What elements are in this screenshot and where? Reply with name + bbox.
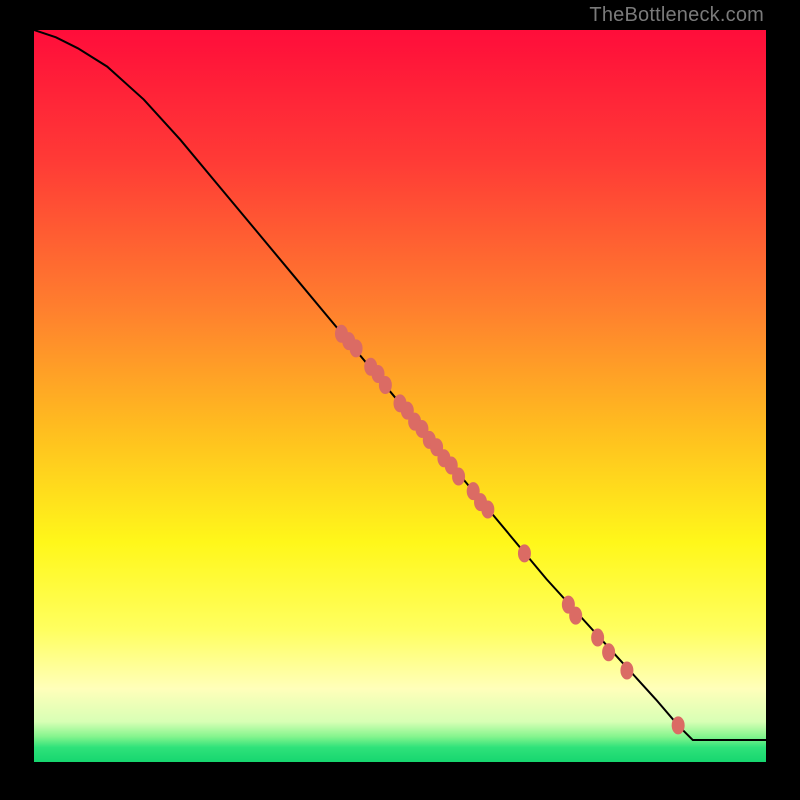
chart-marker [602,643,615,661]
chart-marker [518,544,531,562]
chart-marker [591,629,604,647]
chart-svg [34,30,766,762]
chart-marker [672,716,685,734]
chart-marker [350,339,363,357]
chart-marker [379,376,392,394]
chart-marker [481,500,494,518]
watermark-text: TheBottleneck.com [589,4,764,27]
chart-area [34,30,766,762]
chart-marker [620,662,633,680]
chart-marker [569,607,582,625]
chart-marker [452,468,465,486]
